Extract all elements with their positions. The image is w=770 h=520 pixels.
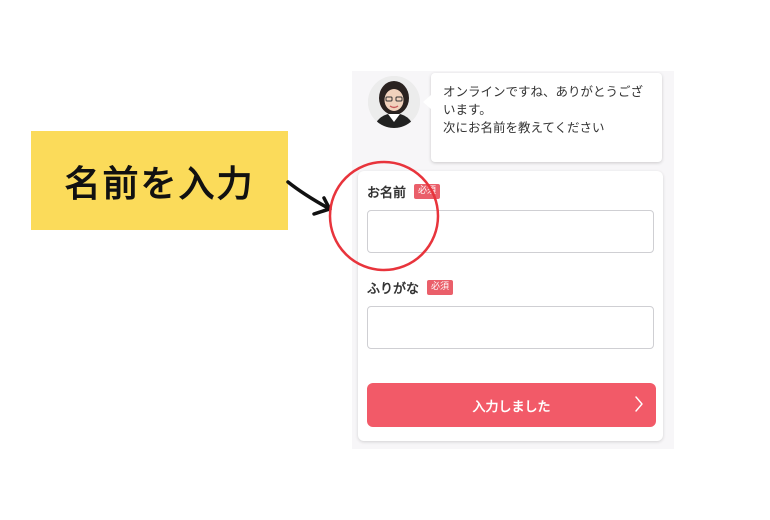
operator-avatar	[368, 76, 420, 128]
callout-text: 名前を入力	[64, 163, 255, 205]
avatar-image	[368, 76, 420, 128]
annotation-callout: 名前を入力	[31, 131, 288, 230]
required-badge: 必須	[427, 280, 454, 295]
chevron-right-icon	[635, 396, 643, 412]
furigana-label-row: ふりがな 必須	[367, 278, 454, 297]
chat-message-line1: オンラインですね、ありがとうござ	[443, 84, 644, 99]
submit-button-label: 入力しました	[472, 399, 551, 415]
annotation-circle	[328, 160, 440, 272]
furigana-input[interactable]	[367, 306, 654, 349]
submit-button[interactable]: 入力しました	[367, 383, 656, 427]
chat-message-bubble: オンラインですね、ありがとうござ います。 次にお名前を教えてください	[423, 73, 662, 162]
chat-message-line3: 次にお名前を教えてください	[443, 120, 605, 135]
chat-message-line2: います。	[443, 102, 492, 117]
furigana-label: ふりがな	[367, 282, 420, 297]
chat-message: オンラインですね、ありがとうござ います。 次にお名前を教えてください	[431, 73, 662, 147]
